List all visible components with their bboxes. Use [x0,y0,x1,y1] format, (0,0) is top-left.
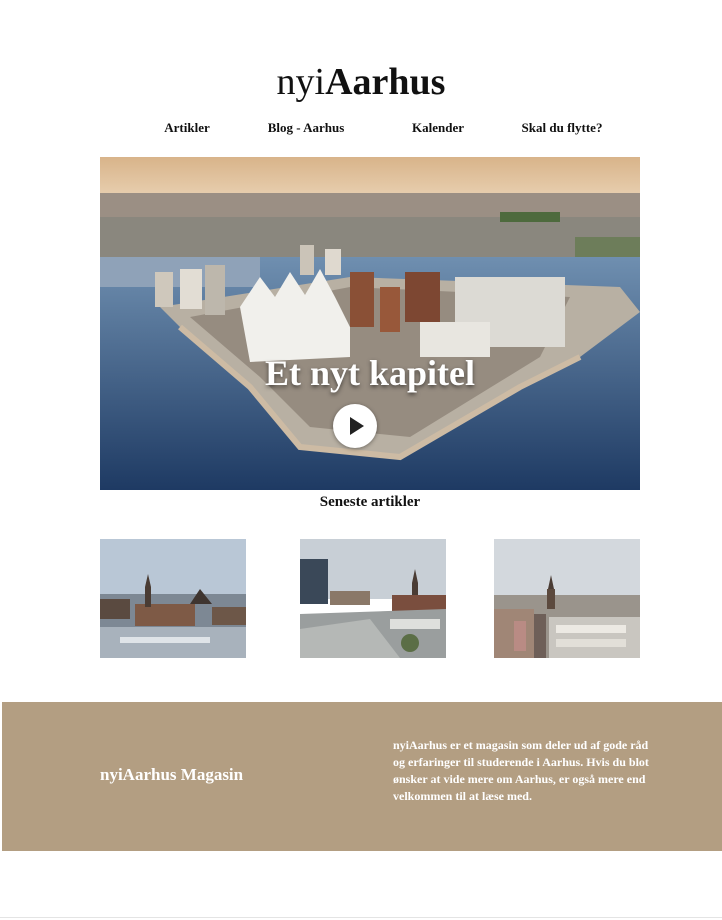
article-image-1 [100,539,246,658]
footer-title: nyiAarhus Magasin [100,765,244,784]
logo-name: Aarhus [325,61,446,103]
logo-prefix: nyi [276,61,326,103]
nav-item-kalender[interactable]: Kalender [412,120,464,136]
hero-banner[interactable]: Et nyt kapitel [100,157,640,490]
article-image-2 [300,539,446,658]
latest-articles-title: Seneste artikler [319,494,421,510]
article-thumbnail-1[interactable] [100,539,246,658]
article-thumbnail-3[interactable] [494,539,640,658]
hero-title: Et nyt kapitel [264,353,476,393]
article-image-3 [494,539,640,658]
main-nav: Artikler Blog - Aarhus Kalender Skal du … [0,120,722,140]
footer-description: nyiAarhus er et magasin som deler ud af … [393,738,649,803]
nav-item-artikler[interactable]: Artikler [164,120,209,136]
play-button[interactable] [333,404,377,448]
footer: nyiAarhus Magasin nyiAarhus er et magasi… [2,702,722,851]
nav-item-blog-aarhus[interactable]: Blog - Aarhus [268,120,345,136]
site-logo[interactable]: nyiAarhus [0,58,722,106]
play-icon [350,417,364,435]
page-divider [0,917,722,918]
article-thumbnail-2[interactable] [300,539,446,658]
nav-item-skal-du-flytte[interactable]: Skal du flytte? [522,120,603,136]
